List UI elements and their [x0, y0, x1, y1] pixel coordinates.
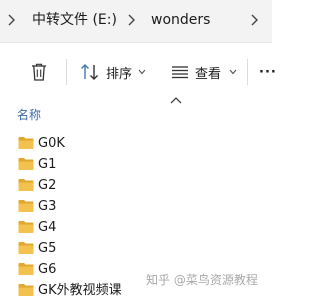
folder-name: G5: [38, 241, 57, 256]
folder-icon: [18, 158, 34, 170]
chevron-up-icon[interactable]: [170, 96, 182, 104]
folder-name: G4: [38, 220, 57, 235]
chevron-right-icon[interactable]: [7, 13, 17, 27]
folder-icon: [18, 137, 34, 149]
folder-icon: [18, 242, 34, 254]
folder-icon: [18, 263, 34, 275]
toolbar-separator: [66, 59, 67, 85]
list-item[interactable]: G2: [0, 175, 272, 196]
toolbar-separator: [247, 59, 248, 85]
list-view-icon: [172, 66, 188, 79]
view-label: 查看: [195, 66, 222, 82]
folder-name: GK外教视频课: [38, 283, 122, 298]
folder-name: G6: [38, 262, 57, 277]
view-button[interactable]: 查看: [171, 58, 237, 86]
folder-name: G3: [38, 199, 57, 214]
file-explorer-window: 中转文件 (E:) wonders 排序 查看 ··· 名称 G0K G1 G2…: [0, 0, 276, 301]
trash-icon: [32, 63, 46, 81]
list-item[interactable]: G1: [0, 154, 272, 175]
more-options-icon: ···: [259, 64, 277, 80]
command-bar: 排序 查看 ···: [0, 43, 276, 99]
sort-label: 排序: [106, 66, 133, 82]
watermark: 知乎 @菜鸟资源教程: [146, 273, 258, 287]
list-item[interactable]: G4: [0, 217, 272, 238]
delete-button[interactable]: [30, 58, 48, 86]
folder-icon: [18, 179, 34, 191]
chevron-down-icon: [138, 69, 146, 75]
folder-name: G1: [38, 157, 57, 172]
folder-name: G2: [38, 178, 57, 193]
sort-button[interactable]: 排序: [80, 58, 146, 86]
chevron-down-icon: [229, 69, 237, 75]
column-header-name[interactable]: 名称: [17, 106, 41, 123]
folder-icon: [18, 221, 34, 233]
address-bar[interactable]: 中转文件 (E:) wonders: [0, 0, 272, 43]
folder-name: G0K: [38, 136, 65, 151]
sort-arrows-icon: [81, 64, 98, 80]
more-options-button[interactable]: ···: [259, 58, 277, 86]
breadcrumb-drive[interactable]: 中转文件 (E:): [32, 11, 117, 29]
list-item[interactable]: G3: [0, 196, 272, 217]
folder-icon: [18, 200, 34, 212]
breadcrumb-folder[interactable]: wonders: [151, 11, 210, 29]
folder-icon: [18, 284, 34, 296]
list-item[interactable]: G0K: [0, 133, 272, 154]
chevron-right-icon[interactable]: [250, 13, 260, 27]
list-item[interactable]: G5: [0, 238, 272, 259]
chevron-right-icon[interactable]: [127, 13, 137, 27]
